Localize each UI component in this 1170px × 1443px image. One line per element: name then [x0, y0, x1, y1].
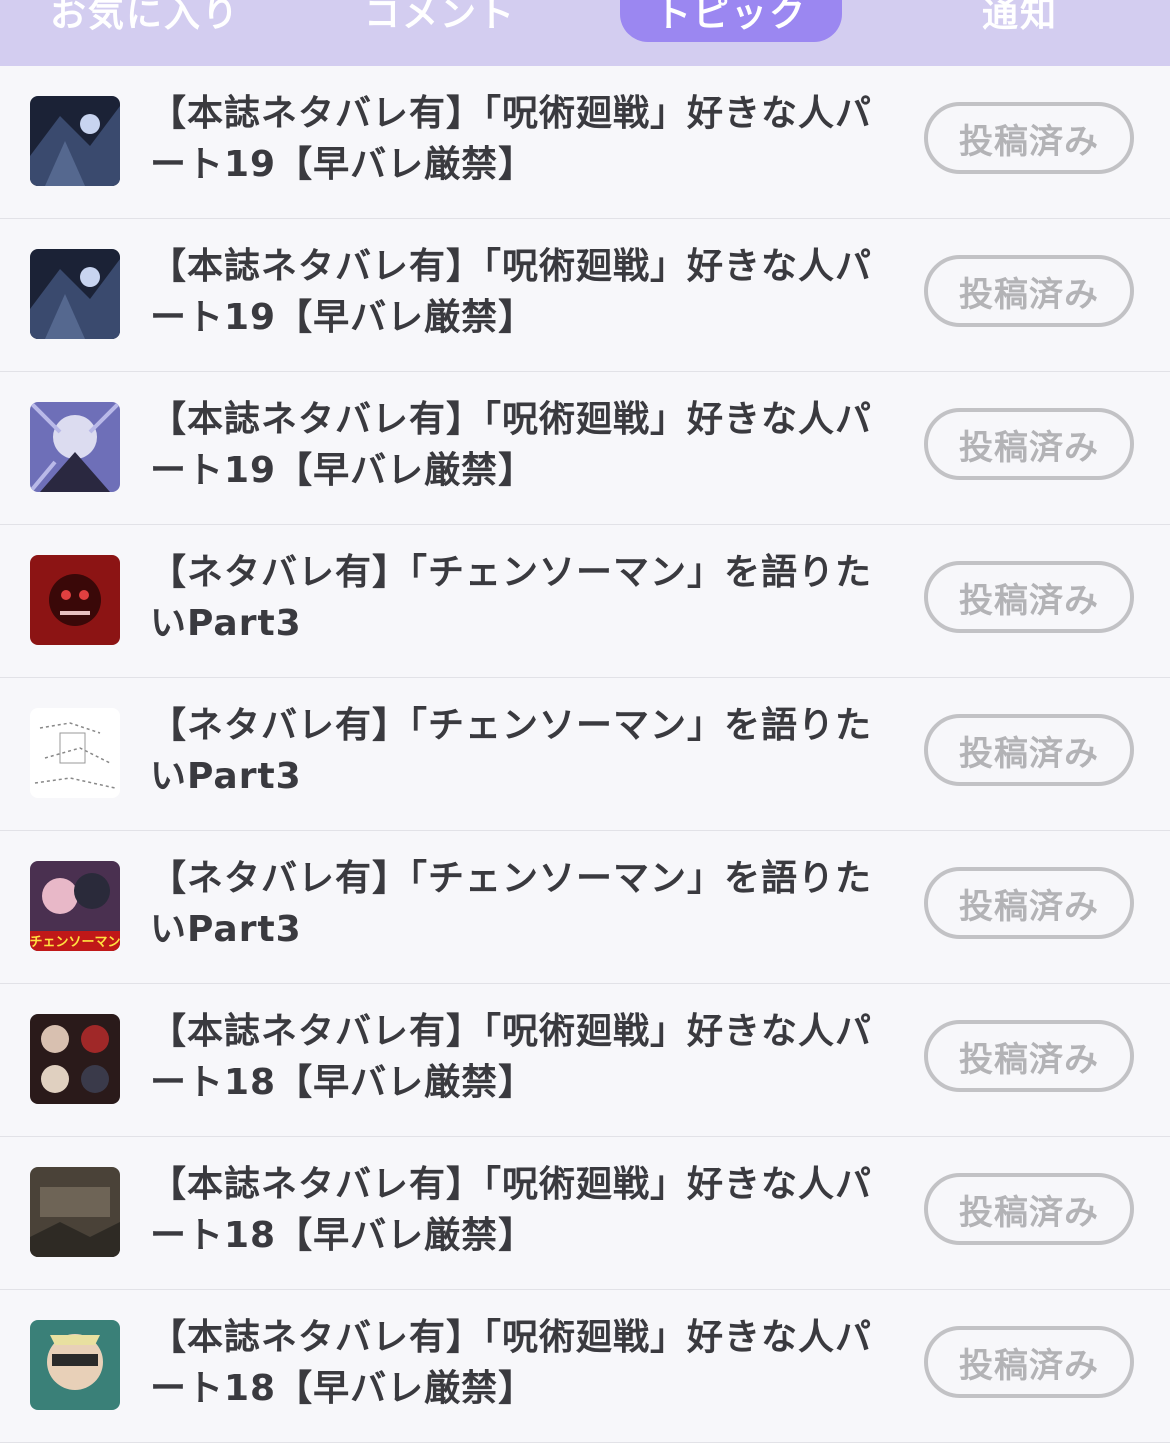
topic-title[interactable]: 【本誌ネタバレ有】「呪術廻戦」好きな人パート19【早バレ厳禁】	[150, 88, 880, 190]
list-item[interactable]: 【本誌ネタバレ有】「呪術廻戦」好きな人パート19【早バレ厳禁】 投稿済み	[0, 66, 1170, 219]
tab-comments[interactable]: コメント	[330, 0, 550, 42]
topic-title[interactable]: 【本誌ネタバレ有】「呪術廻戦」好きな人パート19【早バレ厳禁】	[150, 241, 880, 343]
list-item[interactable]: 【ネタバレ有】「チェンソーマン」を語りたいPart3 投稿済み	[0, 678, 1170, 831]
posted-button[interactable]: 投稿済み	[924, 408, 1134, 480]
topic-title[interactable]: 【本誌ネタバレ有】「呪術廻戦」好きな人パート18【早バレ厳禁】	[150, 1312, 880, 1414]
topic-title[interactable]: 【本誌ネタバレ有】「呪術廻戦」好きな人パート18【早バレ厳禁】	[150, 1006, 880, 1108]
topic-thumbnail	[30, 555, 120, 645]
topic-title[interactable]: 【本誌ネタバレ有】「呪術廻戦」好きな人パート18【早バレ厳禁】	[150, 1159, 880, 1261]
list-item[interactable]: 【本誌ネタバレ有】「呪術廻戦」好きな人パート18【早バレ厳禁】 投稿済み	[0, 1137, 1170, 1290]
posted-button[interactable]: 投稿済み	[924, 1020, 1134, 1092]
list-item[interactable]: 【ネタバレ有】「チェンソーマン」を語りたいPart3 投稿済み	[0, 525, 1170, 678]
posted-button[interactable]: 投稿済み	[924, 867, 1134, 939]
posted-button[interactable]: 投稿済み	[924, 102, 1134, 174]
list-item[interactable]: 【本誌ネタバレ有】「呪術廻戦」好きな人パート18【早バレ厳禁】 投稿済み	[0, 1290, 1170, 1443]
list-item[interactable]: 【本誌ネタバレ有】「呪術廻戦」好きな人パート19【早バレ厳禁】 投稿済み	[0, 372, 1170, 525]
list-item[interactable]: 【本誌ネタバレ有】「呪術廻戦」好きな人パート19【早バレ厳禁】 投稿済み	[0, 219, 1170, 372]
list-item[interactable]: 【本誌ネタバレ有】「呪術廻戦」好きな人パート18【早バレ厳禁】 投稿済み	[0, 984, 1170, 1137]
topic-thumbnail	[30, 1320, 120, 1410]
topic-thumbnail	[30, 708, 120, 798]
posted-button[interactable]: 投稿済み	[924, 1326, 1134, 1398]
posted-button[interactable]: 投稿済み	[924, 561, 1134, 633]
topic-thumbnail	[30, 402, 120, 492]
tab-topics[interactable]: トピック	[620, 0, 842, 42]
topic-title[interactable]: 【ネタバレ有】「チェンソーマン」を語りたいPart3	[150, 547, 880, 649]
posted-button[interactable]: 投稿済み	[924, 1173, 1134, 1245]
topic-thumbnail	[30, 249, 120, 339]
list-item[interactable]: チェンソーマン 【ネタバレ有】「チェンソーマン」を語りたいPart3 投稿済み	[0, 831, 1170, 984]
topic-title[interactable]: 【本誌ネタバレ有】「呪術廻戦」好きな人パート19【早バレ厳禁】	[150, 394, 880, 496]
topic-title[interactable]: 【ネタバレ有】「チェンソーマン」を語りたいPart3	[150, 700, 880, 802]
topic-list: 【本誌ネタバレ有】「呪術廻戦」好きな人パート19【早バレ厳禁】 投稿済み 【本誌…	[0, 66, 1170, 1443]
posted-button[interactable]: 投稿済み	[924, 255, 1134, 327]
topic-thumbnail	[30, 1014, 120, 1104]
tab-favorites[interactable]: お気に入り	[30, 0, 260, 42]
topic-thumbnail	[30, 1167, 120, 1257]
topic-title[interactable]: 【ネタバレ有】「チェンソーマン」を語りたいPart3	[150, 853, 880, 955]
thumbnail-caption: チェンソーマン	[30, 935, 120, 950]
topic-thumbnail: チェンソーマン	[30, 861, 120, 951]
posted-button[interactable]: 投稿済み	[924, 714, 1134, 786]
topic-thumbnail	[30, 96, 120, 186]
tab-bar: お気に入り コメント トピック 通知	[0, 0, 1170, 66]
tab-notifications[interactable]: 通知	[920, 0, 1120, 42]
